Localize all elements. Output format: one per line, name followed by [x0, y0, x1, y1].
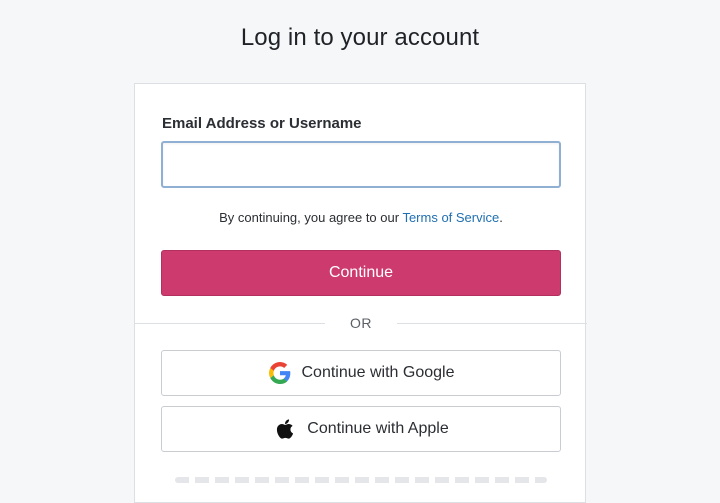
continue-with-apple-button[interactable]: Continue with Apple [161, 406, 561, 452]
terms-suffix-text: . [499, 210, 503, 225]
terms-prefix-text: By continuing, you agree to our [219, 210, 403, 225]
email-field[interactable] [161, 141, 561, 188]
email-field-label: Email Address or Username [162, 115, 362, 132]
continue-with-google-button[interactable]: Continue with Google [161, 350, 561, 396]
divider-right [397, 323, 587, 324]
apple-icon [273, 417, 297, 441]
continue-button[interactable]: Continue [161, 250, 561, 296]
page-title: Log in to your account [240, 24, 480, 51]
terms-notice: By continuing, you agree to our Terms of… [135, 210, 587, 225]
login-card: Email Address or Username By continuing,… [134, 83, 587, 503]
google-icon [268, 361, 292, 385]
terms-of-service-link[interactable]: Terms of Service [402, 210, 499, 225]
faded-footer-text [175, 477, 547, 483]
apple-button-label: Continue with Apple [307, 420, 449, 437]
google-button-label: Continue with Google [301, 364, 455, 381]
